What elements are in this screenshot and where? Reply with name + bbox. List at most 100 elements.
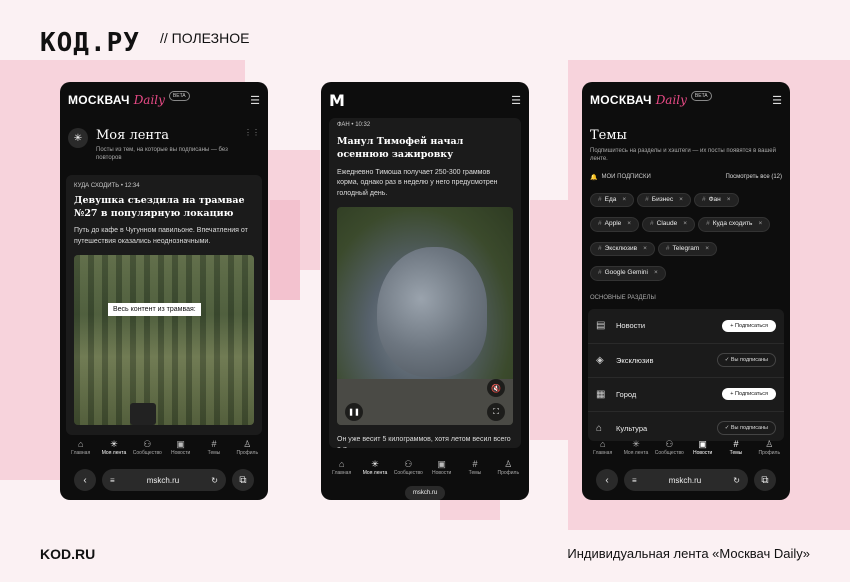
chip[interactable]: # Бизнес × [637, 192, 691, 208]
post-title[interactable]: Девушка съездила на трамвае №27 в популя… [74, 195, 254, 221]
bottom-tabbar: ⌂ Главная ✳ Моя лента ⚇ Сообщество ▣ Новости… [582, 438, 790, 456]
subs-label: МОИ ПОДПИСКИ [601, 174, 651, 181]
m-logo-icon[interactable]: М [329, 91, 345, 110]
chip[interactable]: # Фан × [693, 192, 739, 208]
chip[interactable]: # Apple × [590, 217, 640, 232]
tab-label: Сообщество [393, 470, 423, 476]
bottom-tabbar: ⌂ Главная ✳ Моя лента ⚇ Сообщество ▣ Новости… [321, 458, 529, 476]
phone-in-image [130, 403, 156, 426]
tab-my-feed[interactable]: ✳ Моя лента [619, 438, 652, 456]
chip[interactable]: # Google Gemini × [590, 266, 666, 281]
sections-label: ОСНОВНЫЕ РАЗДЕЛЫ [590, 294, 656, 301]
chip-label: Фан [708, 195, 721, 203]
tab-topics[interactable]: # Темы [458, 458, 491, 476]
tab-label: Новости [431, 470, 452, 476]
menu-icon[interactable]: ☰ [772, 94, 782, 107]
subscribed-button[interactable]: ✓ Вы подписаны [716, 353, 776, 368]
tab-topics[interactable]: # Темы [719, 438, 752, 456]
close-icon[interactable]: × [705, 245, 709, 253]
museum-icon: ⌂ [596, 422, 603, 434]
tab-label: Профиль [758, 450, 781, 456]
section-row-culture[interactable]: ⌂ Культура ✓ Вы подписаны [588, 410, 784, 441]
menu-icon[interactable]: ☰ [250, 94, 260, 107]
tab-community[interactable]: ⚇ Сообщество [392, 458, 425, 476]
reload-icon[interactable]: ↻ [733, 476, 740, 485]
chip[interactable]: # Еда × [590, 192, 635, 208]
chip[interactable]: # Куда сходить × [698, 217, 771, 232]
back-icon[interactable]: ‹ [596, 469, 618, 491]
brand-name[interactable]: МОСКВАЧ [590, 93, 652, 107]
tab-label: Сообщество [132, 450, 162, 456]
subscribe-button[interactable]: + Подписаться [722, 388, 776, 401]
feed-post[interactable]: КУДА СХОДИТЬ • 12:34 Девушка съездила на… [66, 174, 262, 435]
page-subtitle: Посты из тем, на которые вы подписаны — … [96, 147, 228, 162]
close-icon[interactable]: × [683, 221, 687, 228]
address-field[interactable]: ≡ mskch.ru ↻ [624, 469, 748, 491]
close-icon[interactable]: × [758, 221, 762, 228]
see-all-link[interactable]: Посмотреть все (12) [725, 174, 782, 180]
close-icon[interactable]: × [643, 245, 647, 253]
tab-profile[interactable]: ♙ Профиль [753, 438, 786, 456]
section-label[interactable]: // ПОЛЕЗНОЕ [160, 30, 249, 46]
subscribed-button[interactable]: ✓ Вы подписаны [716, 421, 776, 436]
close-icon[interactable]: × [622, 196, 626, 204]
tab-label: Профиль [497, 470, 520, 476]
mute-icon[interactable]: 🔇 [487, 379, 505, 398]
button-label: Подписаться [735, 391, 768, 398]
tab-news[interactable]: ▣ Новости [686, 438, 719, 456]
tab-profile[interactable]: ♙ Профиль [231, 438, 264, 456]
chip-label: Куда сходить [712, 220, 753, 228]
tab-label: Темы [729, 450, 743, 456]
tabs-icon[interactable]: ⧉ [232, 469, 254, 491]
tab-label: Темы [468, 470, 482, 476]
tab-community[interactable]: ⚇ Сообщество [131, 438, 164, 456]
close-icon[interactable]: × [627, 221, 631, 228]
post-image[interactable]: Весь контент из трамвая: [74, 255, 254, 426]
tab-home[interactable]: ⌂ Главная [64, 438, 97, 456]
tab-news[interactable]: ▣ Новости [164, 438, 197, 456]
subscribe-button[interactable]: + Подписаться [722, 319, 776, 332]
chip-label: Apple [604, 220, 622, 228]
close-icon[interactable]: × [679, 196, 683, 204]
tab-home[interactable]: ⌂ Главная [325, 458, 358, 476]
tab-home[interactable]: ⌂ Главная [586, 438, 619, 456]
address-field[interactable]: ≡ mskch.ru ↻ [102, 469, 226, 491]
home-icon: ⌂ [599, 439, 606, 449]
chip[interactable]: # Telegram × [657, 241, 718, 257]
phone-my-feed: МОСКВАЧ Daily BETA ☰ ✳ Моя лента Посты и… [60, 82, 268, 500]
button-label: Вы подписаны [730, 357, 768, 364]
chip[interactable]: # Claude × [642, 217, 696, 232]
sparkle-icon: ✳ [632, 439, 640, 449]
menu-icon[interactable]: ☰ [511, 94, 521, 107]
reload-icon[interactable]: ↻ [211, 476, 218, 485]
tab-profile[interactable]: ♙ Профиль [492, 458, 525, 476]
footer-site[interactable]: KOD.RU [40, 546, 95, 562]
tab-topics[interactable]: # Темы [197, 438, 230, 456]
tabs-icon[interactable]: ⧉ [754, 469, 776, 491]
section-row-news[interactable]: ▤ Новости + Подписаться [588, 309, 784, 343]
fullscreen-icon[interactable]: ⛶ [487, 403, 505, 422]
section-name: Город [616, 389, 637, 399]
tab-news[interactable]: ▣ Новости [425, 458, 458, 476]
post-text: Путь до кафе в Чугунном павильоне. Впеча… [74, 227, 248, 245]
subscriptions-header: 🔔 МОИ ПОДПИСКИ Посмотреть все (12) [590, 174, 782, 181]
close-icon[interactable]: × [654, 270, 658, 277]
back-icon[interactable]: ‹ [74, 469, 96, 491]
chip[interactable]: # Эксклюзив × [590, 241, 655, 257]
pause-icon[interactable]: ❚❚ [345, 403, 363, 422]
tab-label: Сообщество [654, 450, 684, 456]
section-row-city[interactable]: ▦ Город + Подписаться [588, 376, 784, 411]
article-video[interactable]: 🔇 ⛶ ❚❚ [337, 207, 513, 426]
grid-icon[interactable]: ⋮⋮ [244, 128, 260, 163]
post-category[interactable]: КУДА СХОДИТЬ [74, 183, 119, 189]
post-category[interactable]: ФАН [337, 122, 350, 128]
tab-my-feed[interactable]: ✳ Моя лента [358, 458, 391, 476]
tab-my-feed[interactable]: ✳ Моя лента [97, 438, 130, 456]
section-row-exclusive[interactable]: ◈ Эксклюзив ✓ Вы подписаны [588, 342, 784, 377]
page-subtitle: Подпишитесь на разделы и хэштеги — их по… [590, 148, 776, 163]
tab-community[interactable]: ⚇ Сообщество [653, 438, 686, 456]
brand-name[interactable]: МОСКВАЧ [68, 93, 130, 107]
close-icon[interactable]: × [727, 196, 731, 204]
site-logo[interactable]: КОД.РУ [40, 28, 140, 58]
url-pill[interactable]: mskch.ru [405, 486, 445, 500]
